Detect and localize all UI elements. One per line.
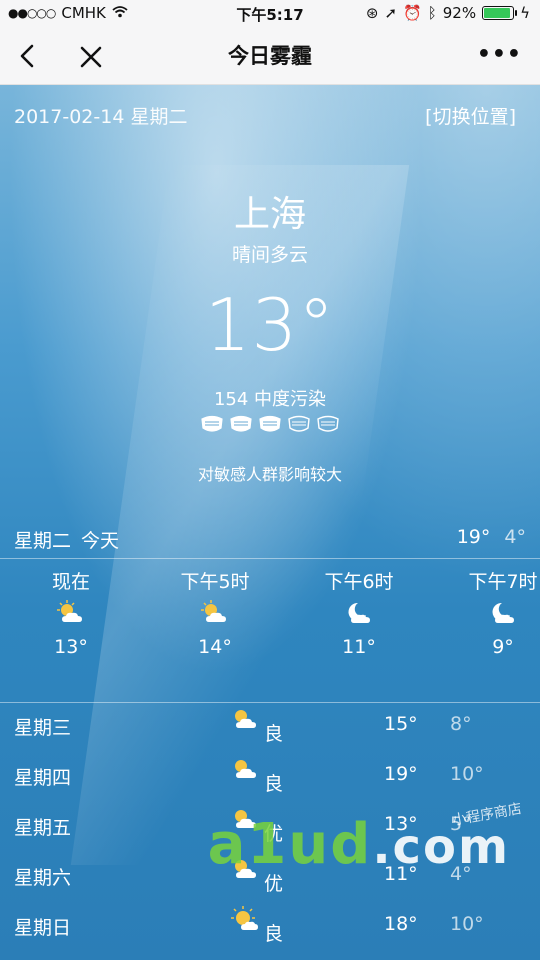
watermark: a1ud.com xyxy=(208,812,510,877)
more-button[interactable]: ••• xyxy=(477,42,522,67)
moon-cloud-icon xyxy=(304,600,414,630)
date-label: 2017-02-14 星期二 xyxy=(14,106,188,128)
today-weekday: 星期二 xyxy=(14,530,72,552)
day-high: 18° xyxy=(384,913,418,935)
hour-label: 现在 xyxy=(51,571,90,593)
hourly-item: 下午5时 14° xyxy=(160,567,270,658)
air-quality-index: 154 中度污染 xyxy=(213,389,327,410)
day-name: 星期四 xyxy=(14,767,72,789)
divider xyxy=(0,702,540,703)
rotation-lock-icon: ⊛ xyxy=(365,4,379,22)
hourly-forecast[interactable]: 现在 13° 下午5时 14° 下午6时 11° 下午7时 9° xyxy=(0,567,540,677)
pollution-mask-rating xyxy=(0,413,540,435)
hourly-item: 下午7时 9° xyxy=(448,567,540,658)
hour-label: 下午7时 xyxy=(468,571,538,593)
health-advice: 对敏感人群影响较大 xyxy=(197,465,342,484)
today-label-group: 星期二 今天 xyxy=(14,526,119,553)
bluetooth-icon: ᛒ xyxy=(427,4,437,22)
day-low: 10° xyxy=(450,913,484,935)
day-name: 星期日 xyxy=(14,917,72,939)
watermark-suffix: .com xyxy=(372,819,510,875)
battery-icon xyxy=(482,6,518,20)
daily-row: 星期日 良 18° 10° xyxy=(14,905,526,945)
today-label: 今天 xyxy=(81,530,120,552)
mask-icon xyxy=(201,415,223,432)
hour-label: 下午5时 xyxy=(180,571,250,593)
switch-location-button[interactable]: [切换位置] xyxy=(425,102,516,129)
today-low: 4° xyxy=(504,526,526,548)
mask-icon xyxy=(259,415,281,432)
day-name: 星期三 xyxy=(14,717,72,739)
city-name: 上海 xyxy=(233,194,306,235)
battery-fill xyxy=(484,8,510,18)
day-name: 星期五 xyxy=(14,817,72,839)
nav-bar: 今日雾霾 ••• xyxy=(0,28,540,85)
sun-cloud-icon xyxy=(160,600,270,630)
alarm-icon: ⏰ xyxy=(403,4,422,22)
today-temps: 19° 4° xyxy=(457,526,526,548)
day-name: 星期六 xyxy=(14,867,72,889)
today-summary: 星期二 今天 19° 4° xyxy=(14,526,526,556)
today-high: 19° xyxy=(456,526,491,548)
sun-cloud-icon xyxy=(16,600,126,630)
mask-outline-icon xyxy=(317,415,339,432)
day-low: 10° xyxy=(450,763,484,785)
current-temperature: 13° xyxy=(204,283,336,367)
daily-row: 星期三 良 15° 8° xyxy=(14,705,526,745)
hour-temp: 14° xyxy=(198,636,232,658)
hour-temp: 13° xyxy=(54,636,88,658)
divider xyxy=(0,558,540,559)
charging-bolt-icon: ϟ xyxy=(520,4,530,22)
air-quality-label: 良 xyxy=(264,723,284,745)
sun-cloud-icon xyxy=(235,710,256,728)
daily-row: 星期四 良 19° 10° xyxy=(14,755,526,795)
hour-label: 下午6时 xyxy=(324,571,394,593)
hourly-item: 下午6时 11° xyxy=(304,567,414,658)
location-arrow-icon: ➚ xyxy=(384,4,398,22)
day-high: 15° xyxy=(384,713,418,735)
weather-condition: 晴间多云 xyxy=(231,244,308,266)
day-low: 8° xyxy=(450,713,472,735)
air-quality-label: 良 xyxy=(264,923,284,945)
hourly-item: 现在 13° xyxy=(16,567,126,658)
sun-icon xyxy=(231,906,258,930)
sun-cloud-icon xyxy=(235,760,256,778)
mask-icon xyxy=(230,415,252,432)
mask-outline-icon xyxy=(288,415,310,432)
battery-percent: 92% xyxy=(442,4,477,22)
watermark-text: a1ud xyxy=(207,812,373,877)
air-quality-label: 良 xyxy=(264,773,284,795)
moon-cloud-icon xyxy=(448,600,540,630)
day-high: 19° xyxy=(384,763,418,785)
status-right: ⊛ ➚ ⏰ ᛒ 92% ϟ xyxy=(366,4,530,22)
page-title: 今日雾霾 xyxy=(228,44,312,68)
hour-temp: 11° xyxy=(342,636,376,658)
status-bar: ●●○○○ CMHK 下午5:17 ⊛ ➚ ⏰ ᛒ 92% ϟ xyxy=(0,0,540,28)
hour-temp: 9° xyxy=(492,636,514,658)
